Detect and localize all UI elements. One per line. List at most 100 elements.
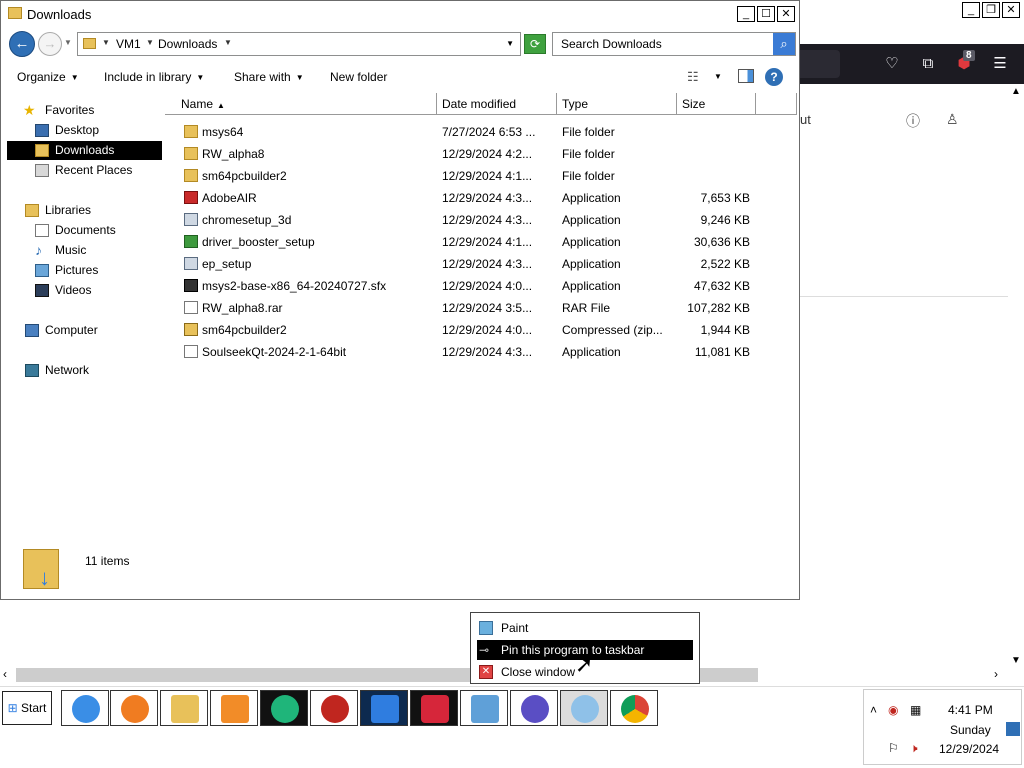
file-size: 30,636 KB [693, 235, 750, 249]
chevron-down-icon[interactable]: ▼ [102, 38, 110, 47]
title-bar[interactable]: Downloads _ ☐ ✕ [1, 1, 799, 27]
show-desktop-icon[interactable] [1006, 722, 1020, 736]
scroll-right-icon[interactable]: › [994, 667, 998, 681]
column-name[interactable]: Name ▲ [175, 93, 437, 115]
file-date: 12/29/2024 4:0... [442, 279, 533, 293]
table-row[interactable]: chromesetup_3d 12/29/2024 4:3... Applicati… [165, 209, 797, 231]
help-icon[interactable]: ⓘ [906, 111, 920, 131]
jumplist-label: Close window [501, 665, 576, 679]
jumplist-paint[interactable]: Paint [477, 618, 693, 638]
refresh-button[interactable]: ⟳ [524, 34, 546, 54]
history-dropdown-icon[interactable]: ▼ [64, 38, 72, 47]
network-status-icon[interactable]: ▦ [910, 703, 924, 717]
column-date[interactable]: Date modified [436, 93, 557, 115]
clock-date[interactable]: 12/29/2024 [939, 742, 999, 756]
table-row[interactable]: RW_alpha8 12/29/2024 4:2... File folder [165, 143, 797, 165]
nav-libraries[interactable]: Libraries [23, 201, 163, 220]
taskbar-app-red[interactable] [310, 690, 358, 726]
organize-label: Organize [17, 70, 66, 84]
search-icon[interactable]: ⌕ [773, 33, 795, 55]
nav-music[interactable]: ♪ Music [33, 241, 163, 260]
chevron-down-icon: ▼ [70, 73, 79, 83]
clock-day[interactable]: Sunday [950, 723, 991, 737]
tray-app-icon[interactable]: ◉ [888, 703, 902, 717]
scroll-left-icon[interactable]: ‹ [3, 667, 7, 681]
new-folder-button[interactable]: New folder [330, 70, 387, 84]
breadcrumb-vm1[interactable]: VM1 [116, 37, 141, 51]
nav-recent-places[interactable]: Recent Places [33, 161, 163, 180]
taskbar-internet-explorer[interactable] [61, 690, 109, 726]
back-button[interactable]: ← [9, 31, 35, 57]
computer-icon [25, 324, 39, 337]
maximize-button[interactable]: ☐ [757, 6, 775, 22]
taskbar-app-settings[interactable] [460, 690, 508, 726]
table-row[interactable]: ep_setup 12/29/2024 4:3... Application 2,52… [165, 253, 797, 275]
taskbar-app-shield[interactable] [360, 690, 408, 726]
pocket-icon[interactable]: ♡ [882, 54, 902, 74]
column-size[interactable]: Size [676, 93, 756, 115]
account-icon[interactable]: ♙ [946, 111, 959, 128]
chevron-down-icon[interactable]: ▼ [714, 72, 722, 81]
minimize-button[interactable]: _ [962, 2, 980, 18]
include-in-library-button[interactable]: Include in library ▼ [104, 70, 204, 84]
vertical-scrollbar[interactable]: ▲ ▼ [1008, 86, 1024, 666]
minimize-button[interactable]: _ [737, 6, 755, 22]
file-type: File folder [562, 147, 615, 161]
breadcrumb-downloads[interactable]: Downloads [158, 37, 217, 51]
view-options-icon[interactable]: ☷ [687, 69, 699, 85]
scroll-up-icon[interactable]: ▲ [1011, 86, 1021, 97]
extensions-icon[interactable]: ⧉ [918, 54, 938, 74]
nav-pictures[interactable]: Pictures [33, 261, 163, 280]
nav-favorites[interactable]: ★ Favorites [23, 101, 163, 120]
table-row[interactable]: driver_booster_setup 12/29/2024 4:1... App… [165, 231, 797, 253]
nav-label: Network [45, 363, 90, 377]
forward-button[interactable]: → [38, 32, 62, 56]
close-button[interactable]: ✕ [1002, 2, 1020, 18]
browser-url-bar[interactable] [798, 50, 840, 78]
nav-label: Desktop [55, 123, 100, 137]
share-label: Share with [234, 70, 291, 84]
organize-button[interactable]: Organize ▼ [17, 70, 79, 84]
nav-documents[interactable]: Documents [33, 221, 163, 240]
taskbar-app-green[interactable] [260, 690, 308, 726]
table-row[interactable]: msys64 7/27/2024 6:53 ... File folder [165, 121, 797, 143]
scroll-down-icon[interactable]: ▼ [1011, 655, 1021, 666]
address-bar[interactable]: ▼ VM1 ▼ Downloads ▼ ▼ [77, 32, 521, 56]
restore-button[interactable]: ❐ [982, 2, 1000, 18]
search-input[interactable] [553, 33, 773, 55]
taskbar-firefox[interactable] [110, 690, 158, 726]
table-row[interactable]: SoulseekQt-2024-2-1-64bit 12/29/2024 4:3.… [165, 341, 797, 363]
share-with-button[interactable]: Share with ▼ [234, 70, 304, 84]
nav-label: Favorites [45, 103, 95, 117]
chevron-down-icon[interactable]: ▼ [146, 38, 154, 47]
clock-time[interactable]: 4:41 PM [948, 703, 993, 717]
table-row[interactable]: msys2-base-x86_64-20240727.sfx 12/29/2024… [165, 275, 797, 297]
column-extra[interactable] [755, 93, 797, 115]
taskbar-app-recorder[interactable] [410, 690, 458, 726]
column-type[interactable]: Type [556, 93, 677, 115]
taskbar-chrome[interactable] [610, 690, 658, 726]
table-row[interactable]: sm64pcbuilder2 12/29/2024 4:0... Compresse… [165, 319, 797, 341]
preview-pane-icon[interactable] [738, 69, 754, 83]
table-row[interactable]: AdobeAIR 12/29/2024 4:3... Application 7,65… [165, 187, 797, 209]
nav-computer[interactable]: Computer [23, 321, 163, 340]
table-row[interactable]: RW_alpha8.rar 12/29/2024 3:5... RAR File 10… [165, 297, 797, 319]
menu-icon[interactable]: ☰ [990, 54, 1010, 74]
action-center-flag-icon[interactable]: ⚐ [888, 741, 902, 755]
show-hidden-icons-icon[interactable]: ˄ [870, 703, 884, 717]
volume-muted-icon[interactable]: 🕨 [910, 741, 924, 755]
taskbar-app-bird[interactable] [510, 690, 558, 726]
taskbar-paint[interactable] [560, 690, 608, 726]
taskbar-explorer[interactable] [160, 690, 208, 726]
nav-videos[interactable]: Videos [33, 281, 163, 300]
help-icon[interactable]: ? [765, 68, 783, 86]
table-row[interactable]: sm64pcbuilder2 12/29/2024 4:1... File fold… [165, 165, 797, 187]
start-button[interactable]: ⊞ Start [2, 691, 52, 725]
nav-downloads[interactable]: Downloads [7, 141, 162, 160]
chevron-down-icon[interactable]: ▼ [224, 38, 232, 47]
address-dropdown-icon[interactable]: ▼ [506, 39, 514, 48]
nav-desktop[interactable]: Desktop [33, 121, 163, 140]
taskbar-media-player[interactable] [210, 690, 258, 726]
close-button[interactable]: ✕ [777, 6, 795, 22]
nav-network[interactable]: Network [23, 361, 163, 380]
